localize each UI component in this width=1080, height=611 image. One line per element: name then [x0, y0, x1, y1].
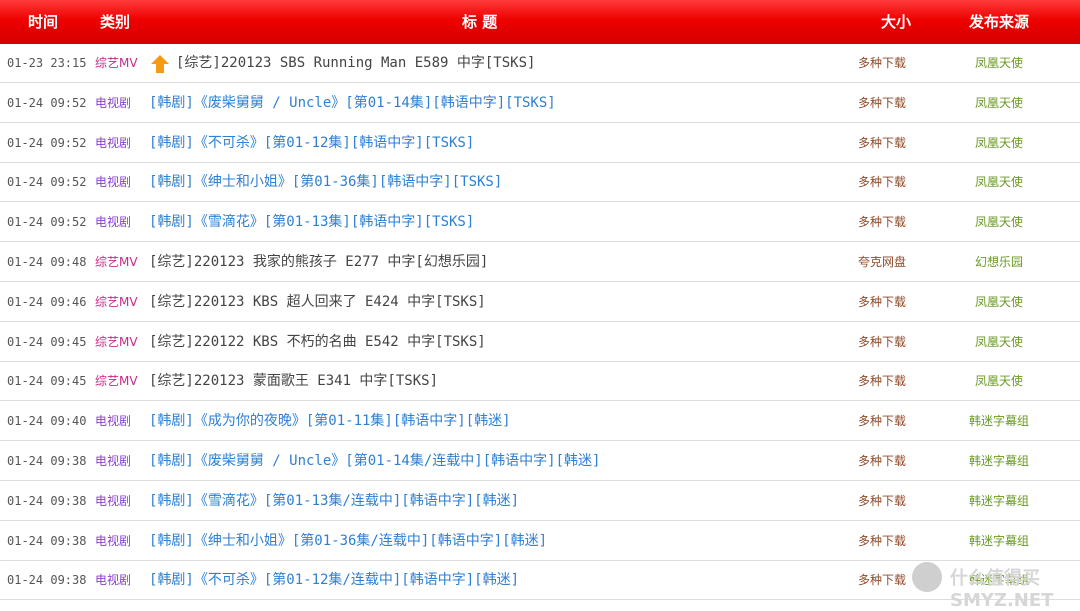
row-category[interactable]: 综艺MV	[95, 293, 138, 311]
watermark-text: 什么值得买 SMYZ.NET	[950, 568, 1054, 611]
row-time: 01-24 09:38	[7, 533, 87, 548]
row-size[interactable]: 多种下载	[858, 134, 906, 152]
row-title[interactable]: [韩剧]《雪滴花》[第01-13集/连载中][韩语中字][韩迷]	[149, 492, 519, 510]
row-size[interactable]: 多种下载	[858, 452, 906, 470]
row-source[interactable]: 韩迷字幕组	[944, 412, 1054, 430]
row-source[interactable]: 韩迷字幕组	[944, 452, 1054, 470]
row-time: 01-24 09:38	[7, 573, 87, 588]
row-size[interactable]: 多种下载	[858, 333, 906, 351]
table-row: 01-24 09:40 电视剧 [韩剧]《成为你的夜晚》[第01-11集][韩语中字…	[0, 401, 1080, 442]
row-size[interactable]: 多种下载	[858, 94, 906, 112]
row-time: 01-24 09:45	[7, 374, 87, 389]
row-source[interactable]: 凤凰天使	[944, 333, 1054, 351]
row-source[interactable]: 凤凰天使	[944, 213, 1054, 231]
row-time: 01-24 09:38	[7, 493, 87, 508]
row-size[interactable]: 多种下载	[858, 492, 906, 510]
row-source[interactable]: 凤凰天使	[944, 94, 1054, 112]
row-category[interactable]: 综艺MV	[95, 253, 138, 271]
header-category: 类别	[100, 13, 131, 31]
table-row: 01-24 09:52 电视剧 [韩剧]《不可杀》[第01-12集][韩语中字][T…	[0, 123, 1080, 163]
row-title[interactable]: [综艺]220123 蒙面歌王 E341 中字[TSKS]	[149, 372, 438, 390]
row-size[interactable]: 多种下载	[858, 293, 906, 311]
table-row: 01-24 09:52 电视剧 [韩剧]《绅士和小姐》[第01-36集][韩语中字]…	[0, 162, 1080, 203]
row-source[interactable]: 凤凰天使	[944, 372, 1054, 390]
row-size[interactable]: 多种下载	[858, 571, 906, 589]
row-time: 01-24 09:45	[7, 334, 87, 349]
row-time: 01-23 23:15	[7, 56, 87, 70]
row-source[interactable]: 韩迷字幕组	[944, 492, 1054, 510]
row-category[interactable]: 电视剧	[95, 452, 131, 470]
row-title[interactable]: [综艺]220122 KBS 不朽的名曲 E542 中字[TSKS]	[149, 333, 486, 351]
header-title: 标 题	[462, 13, 498, 31]
row-category[interactable]: 电视剧	[95, 412, 131, 430]
table-row: 01-24 09:46 综艺MV [综艺]220123 KBS 超人回来了 E424…	[0, 282, 1080, 322]
row-source[interactable]: 凤凰天使	[944, 134, 1054, 152]
table-row: 01-24 09:52 电视剧 [韩剧]《雪滴花》[第01-13集][韩语中字][T…	[0, 202, 1080, 243]
row-title[interactable]: [韩剧]《废柴舅舅 / Uncle》[第01-14集/连载中][韩语中字][韩迷…	[149, 452, 600, 470]
row-title[interactable]: [韩剧]《成为你的夜晚》[第01-11集][韩语中字][韩迷]	[149, 412, 511, 430]
row-category[interactable]: 电视剧	[95, 532, 131, 550]
row-time: 01-24 09:38	[7, 454, 87, 468]
table-row: 01-24 09:38 电视剧 [韩剧]《绅士和小姐》[第01-36集/连载中][韩…	[0, 521, 1080, 561]
row-category[interactable]: 综艺MV	[95, 54, 138, 72]
row-category[interactable]: 电视剧	[95, 94, 131, 112]
row-category[interactable]: 电视剧	[95, 213, 131, 231]
row-source[interactable]: 凤凰天使	[944, 173, 1054, 191]
row-category[interactable]: 电视剧	[95, 571, 131, 589]
row-title[interactable]: [综艺]220123 SBS Running Man E589 中字[TSKS]	[176, 54, 535, 72]
header-size: 大小	[881, 13, 912, 31]
row-title[interactable]: [韩剧]《绅士和小姐》[第01-36集][韩语中字][TSKS]	[149, 173, 502, 191]
row-title[interactable]: [综艺]220123 我家的熊孩子 E277 中字[幻想乐园]	[149, 253, 488, 271]
row-size[interactable]: 多种下载	[858, 372, 906, 390]
up-arrow-icon	[151, 55, 169, 73]
header-source: 发布来源	[969, 13, 1030, 31]
row-source[interactable]: 凤凰天使	[944, 293, 1054, 311]
row-time: 01-24 09:48	[7, 255, 87, 269]
row-size[interactable]: 多种下载	[858, 412, 906, 430]
row-size[interactable]: 多种下载	[858, 54, 906, 72]
table-row: 01-24 09:48 综艺MV [综艺]220123 我家的熊孩子 E277 中字…	[0, 242, 1080, 282]
table-row: 01-24 09:38 电视剧 [韩剧]《雪滴花》[第01-13集/连载中][韩语中…	[0, 481, 1080, 521]
row-category[interactable]: 电视剧	[95, 134, 131, 152]
row-category[interactable]: 电视剧	[95, 492, 131, 510]
watermark-logo-icon	[912, 562, 942, 592]
row-size[interactable]: 多种下载	[858, 213, 906, 231]
table-row: 01-24 09:52 电视剧 [韩剧]《废柴舅舅 / Uncle》[第01-14集…	[0, 83, 1080, 123]
row-category[interactable]: 综艺MV	[95, 372, 138, 390]
row-source[interactable]: 韩迷字幕组	[944, 532, 1054, 550]
header-time: 时间	[28, 13, 59, 31]
table-row: 01-24 09:38 电视剧 [韩剧]《废柴舅舅 / Uncle》[第01-14集…	[0, 441, 1080, 481]
row-title[interactable]: [韩剧]《雪滴花》[第01-13集][韩语中字][TSKS]	[149, 213, 474, 231]
row-title[interactable]: [韩剧]《绅士和小姐》[第01-36集/连载中][韩语中字][韩迷]	[149, 532, 547, 550]
row-time: 01-24 09:52	[7, 135, 87, 150]
row-time: 01-24 09:52	[7, 175, 87, 190]
row-category[interactable]: 电视剧	[95, 173, 131, 191]
table-row: 01-24 09:45 综艺MV [综艺]220123 蒙面歌王 E341 中字[T…	[0, 361, 1080, 402]
table-header: 时间 类别 标 题 大小 发布来源	[0, 0, 1080, 44]
row-title[interactable]: [韩剧]《废柴舅舅 / Uncle》[第01-14集][韩语中字][TSKS]	[149, 94, 556, 112]
row-size[interactable]: 多种下载	[858, 173, 906, 191]
row-title[interactable]: [韩剧]《不可杀》[第01-12集/连载中][韩语中字][韩迷]	[149, 571, 519, 589]
row-source[interactable]: 幻想乐园	[944, 253, 1054, 271]
watermark: 什么值得买 SMYZ.NET	[912, 560, 1080, 611]
row-source[interactable]: 凤凰天使	[944, 54, 1054, 72]
row-category[interactable]: 综艺MV	[95, 333, 138, 351]
row-size[interactable]: 多种下载	[858, 532, 906, 550]
row-time: 01-24 09:52	[7, 95, 87, 110]
row-time: 01-24 09:40	[7, 414, 87, 429]
row-size[interactable]: 夸克网盘	[858, 253, 906, 271]
row-time: 01-24 09:52	[7, 215, 87, 230]
table-row: 01-23 23:15 综艺MV [综艺]220123 SBS Running Ma…	[0, 43, 1080, 83]
row-title[interactable]: [综艺]220123 KBS 超人回来了 E424 中字[TSKS]	[149, 293, 486, 311]
row-time: 01-24 09:46	[7, 294, 87, 309]
row-title[interactable]: [韩剧]《不可杀》[第01-12集][韩语中字][TSKS]	[149, 134, 474, 152]
table-row: 01-24 09:45 综艺MV [综艺]220122 KBS 不朽的名曲 E542…	[0, 322, 1080, 362]
